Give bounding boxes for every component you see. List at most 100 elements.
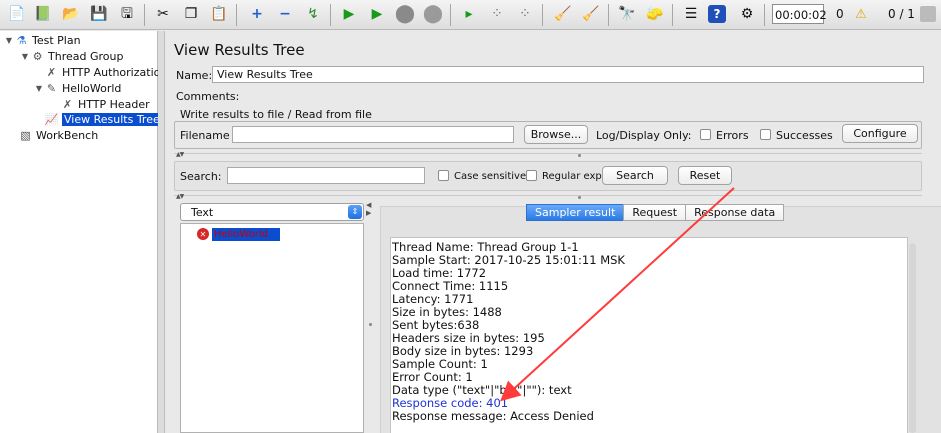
result-line: Connect Time: 1115 bbox=[392, 279, 509, 293]
split-handle[interactable] bbox=[369, 323, 372, 326]
filename-input[interactable] bbox=[232, 126, 514, 143]
templates-icon[interactable]: 📗 bbox=[32, 3, 54, 25]
sample-list-item[interactable]: ✕ HelloWorld bbox=[197, 227, 280, 241]
gear-icon: ⚙ bbox=[32, 49, 43, 63]
remote-start-icon[interactable]: ▸ bbox=[458, 3, 480, 25]
result-line: Headers size in bytes: 195 bbox=[392, 331, 545, 345]
error-count: 0 bbox=[836, 7, 844, 21]
result-line: Size in bytes: 1488 bbox=[392, 305, 502, 319]
result-line: Sample Count: 1 bbox=[392, 357, 488, 371]
errors-checkbox[interactable] bbox=[700, 129, 711, 140]
search-icon[interactable]: 🔭 bbox=[616, 3, 638, 25]
result-line: Thread Name: Thread Group 1-1 bbox=[392, 240, 579, 254]
divider bbox=[174, 153, 922, 160]
copy-icon[interactable]: ❐ bbox=[180, 3, 202, 25]
sample-list bbox=[180, 223, 364, 433]
reset-button[interactable]: Reset bbox=[678, 166, 732, 185]
log-display-label: Log/Display Only: bbox=[596, 129, 692, 142]
scrollbar[interactable] bbox=[909, 243, 916, 433]
chevron-updown-icon: ⇕ bbox=[348, 205, 362, 219]
tree-item-view-results-tree[interactable]: 📈 View Results Tree bbox=[44, 111, 162, 127]
comments-label: Comments: bbox=[176, 90, 240, 103]
expand-icon[interactable]: + bbox=[246, 3, 268, 25]
tree-item-thread-group[interactable]: ▼ ⚙ Thread Group bbox=[20, 48, 124, 64]
warning-icon[interactable]: ⚠ bbox=[850, 3, 872, 25]
tab-response-data[interactable]: Response data bbox=[685, 204, 785, 221]
vsplit-arrows-icon[interactable]: ◀ ▶ bbox=[366, 201, 371, 217]
toggle-icon[interactable]: ↯ bbox=[302, 3, 324, 25]
remote-shutdown-icon[interactable]: ⁘ bbox=[514, 3, 536, 25]
collapse-arrows-icon[interactable]: ▲▼ bbox=[176, 193, 184, 200]
start-no-pauses-icon[interactable]: ▶ bbox=[366, 3, 388, 25]
split-handle[interactable] bbox=[578, 154, 581, 157]
name-label: Name: bbox=[176, 69, 213, 82]
result-line: Load time: 1772 bbox=[392, 266, 487, 280]
elapsed-timer: 00:00:02 bbox=[772, 4, 827, 24]
tree-item-helloworld[interactable]: ▼ ✎ HelloWorld bbox=[34, 80, 121, 96]
cut-icon[interactable]: ✂ bbox=[152, 3, 174, 25]
filename-label: Filename bbox=[180, 129, 230, 142]
result-line: Sample Start: 2017-10-25 15:01:11 MSK bbox=[392, 253, 625, 267]
result-line: Response message: Access Denied bbox=[392, 409, 594, 423]
start-icon[interactable]: ▶ bbox=[338, 3, 360, 25]
name-field[interactable]: View Results Tree bbox=[212, 66, 924, 83]
save-icon[interactable]: 💾 bbox=[88, 3, 110, 25]
sampler-icon: ✎ bbox=[46, 81, 57, 95]
successes-checkbox[interactable] bbox=[760, 129, 771, 140]
result-line: Error Count: 1 bbox=[392, 370, 473, 384]
collapse-arrows-icon[interactable]: ▲▼ bbox=[176, 151, 184, 158]
new-icon[interactable]: 📄 bbox=[6, 3, 28, 25]
split-handle[interactable] bbox=[578, 196, 581, 199]
configure-button[interactable]: Configure bbox=[842, 124, 918, 143]
expand-arrow-icon[interactable]: ▼ bbox=[20, 52, 30, 61]
regex-label: Regular exp. bbox=[542, 171, 605, 182]
shutdown-icon[interactable]: ⬤ bbox=[422, 3, 444, 25]
help-icon[interactable]: ? bbox=[708, 5, 726, 23]
search-label: Search: bbox=[180, 170, 222, 183]
file-group-title: Write results to file / Read from file bbox=[178, 108, 374, 121]
remote-settings-icon[interactable]: ⚙ bbox=[736, 3, 758, 25]
thread-count: 0 / 1 bbox=[888, 7, 915, 21]
collapse-icon[interactable]: − bbox=[274, 3, 296, 25]
error-icon: ✕ bbox=[197, 228, 209, 240]
tree-item-workbench[interactable]: ▧ WorkBench bbox=[18, 127, 98, 143]
result-line: Data type ("text"|"bin"|""): text bbox=[392, 383, 572, 397]
listener-icon: 📈 bbox=[44, 112, 59, 126]
errors-label: Errors bbox=[716, 129, 749, 142]
tree-item-test-plan[interactable]: ▼ ⚗ Test Plan bbox=[4, 32, 81, 48]
save-test-plan-icon[interactable]: 🖫 bbox=[116, 3, 138, 25]
clear-icon[interactable]: 🧹 bbox=[552, 3, 574, 25]
tree-splitter[interactable] bbox=[158, 31, 165, 433]
clear-all-icon[interactable]: 🧹 bbox=[580, 3, 602, 25]
toolbar: 📄 📗 📂 💾 🖫 ✂ ❐ 📋 + − ↯ ▶ ▶ ⬤ ⬤ ▸ ⁘ ⁘ 🧹 🧹 … bbox=[0, 0, 941, 30]
tree-item-http-authorization[interactable]: ✗ HTTP Authorizatio bbox=[44, 64, 160, 80]
result-line: Sent bytes:638 bbox=[392, 318, 480, 332]
page-title: View Results Tree bbox=[174, 41, 305, 59]
browse-button[interactable]: Browse... bbox=[524, 125, 588, 144]
function-helper-icon[interactable]: ☰ bbox=[680, 3, 702, 25]
search-button[interactable]: Search bbox=[602, 166, 668, 185]
result-tabs: Sampler result Request Response data bbox=[526, 204, 785, 221]
tools-icon: ✗ bbox=[62, 97, 73, 111]
successes-label: Successes bbox=[776, 129, 833, 142]
tree-item-http-header[interactable]: ✗ HTTP Header bbox=[60, 96, 150, 112]
regex-checkbox[interactable] bbox=[526, 170, 537, 181]
main-panel: View Results Tree Name: View Results Tre… bbox=[166, 31, 941, 433]
open-icon[interactable]: 📂 bbox=[60, 3, 82, 25]
result-line: Latency: 1771 bbox=[392, 292, 474, 306]
paste-icon[interactable]: 📋 bbox=[208, 3, 230, 25]
stop-icon[interactable]: ⬤ bbox=[394, 3, 416, 25]
test-plan-icon: ⚗ bbox=[16, 33, 27, 47]
renderer-select[interactable]: Text ⇕ bbox=[180, 203, 364, 221]
case-sensitive-checkbox[interactable] bbox=[438, 170, 449, 181]
tab-request[interactable]: Request bbox=[623, 204, 687, 221]
expand-arrow-icon[interactable]: ▼ bbox=[4, 36, 14, 45]
thread-indicator-icon bbox=[920, 6, 936, 22]
reset-search-icon[interactable]: 🧽 bbox=[644, 3, 666, 25]
divider bbox=[174, 195, 922, 202]
workbench-icon: ▧ bbox=[20, 128, 31, 142]
tab-sampler-result[interactable]: Sampler result bbox=[526, 204, 625, 221]
remote-stop-icon[interactable]: ⁘ bbox=[486, 3, 508, 25]
search-input[interactable] bbox=[227, 167, 425, 184]
expand-arrow-icon[interactable]: ▼ bbox=[34, 84, 44, 93]
